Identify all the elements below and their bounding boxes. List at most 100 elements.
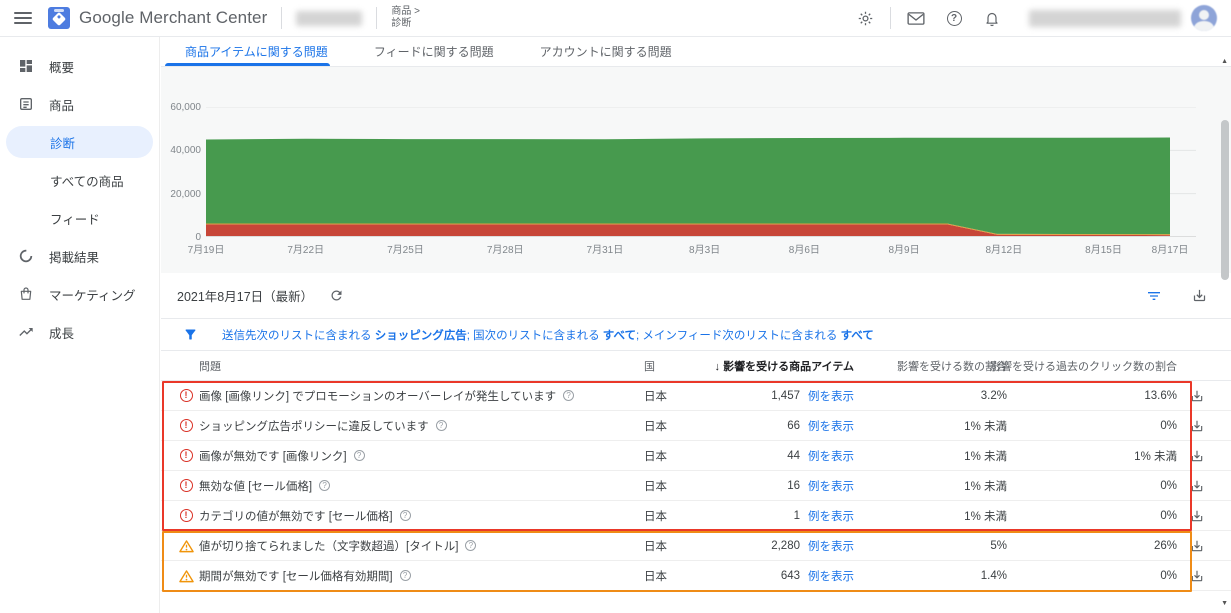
active-filters-bar[interactable]: 送信先次のリストに含まれる ショッピング広告; 国次のリストに含まれる すべて;… bbox=[161, 319, 1231, 351]
x-axis-tick-label: 7月31日 bbox=[586, 245, 624, 256]
table-row: 期間が無効です [セール価格有効期間]? 日本 643 例を表示 1.4% 0% bbox=[161, 561, 1231, 591]
tab-account-issues[interactable]: アカウントに関する問題 bbox=[540, 37, 672, 66]
scrollbar-thumb[interactable] bbox=[1221, 120, 1229, 280]
show-examples-link[interactable]: 例を表示 bbox=[808, 478, 854, 494]
show-examples-link[interactable]: 例を表示 bbox=[808, 508, 854, 524]
table-row: ! カテゴリの値が無効です [セール価格]? 日本 1 例を表示 1% 未満 0% bbox=[161, 501, 1231, 531]
sidebar-item-overview[interactable]: 概要 bbox=[0, 47, 159, 85]
shopping-bag-icon bbox=[20, 287, 32, 300]
settings-gear-icon[interactable] bbox=[856, 9, 874, 27]
show-examples-link[interactable]: 例を表示 bbox=[808, 538, 854, 554]
x-axis-tick-label: 7月25日 bbox=[387, 245, 424, 256]
affected-items-count: 44 bbox=[787, 449, 800, 462]
issue-country: 日本 bbox=[644, 510, 667, 523]
avatar[interactable] bbox=[1191, 5, 1217, 31]
mail-icon[interactable] bbox=[907, 9, 925, 27]
sidebar-item-label: 診断 bbox=[50, 136, 76, 151]
main-content: 商品アイテムに関する問題 フィードに関する問題 アカウントに関する問題 0 20,… bbox=[161, 37, 1231, 613]
vertical-scrollbar[interactable]: ▲ ▼ bbox=[1218, 37, 1231, 613]
sidebar-item-marketing[interactable]: マーケティング bbox=[0, 275, 159, 313]
sidebar-item-all-products[interactable]: すべての商品 bbox=[0, 161, 159, 199]
account-name-blurred bbox=[296, 10, 363, 26]
warning-icon bbox=[178, 569, 194, 582]
issue-help-icon[interactable]: ? bbox=[399, 510, 411, 521]
clicks-percentage: 0% bbox=[1160, 509, 1177, 522]
issue-title: 期間が無効です [セール価格有効期間]? bbox=[199, 568, 644, 584]
issue-title: ショッピング広告ポリシーに違反しています? bbox=[199, 418, 644, 434]
x-axis-tick-label: 7月22日 bbox=[287, 245, 325, 256]
affected-percentage: 1% 未満 bbox=[964, 510, 1007, 523]
sidebar-item-label: 成長 bbox=[49, 326, 75, 341]
issue-help-icon[interactable]: ? bbox=[353, 450, 365, 461]
download-row-icon[interactable] bbox=[1190, 509, 1204, 523]
sidebar-item-label: 掲載結果 bbox=[49, 250, 100, 265]
help-icon[interactable]: ? bbox=[945, 9, 963, 27]
download-row-icon[interactable] bbox=[1190, 569, 1204, 583]
issue-help-icon[interactable]: ? bbox=[319, 480, 331, 491]
breadcrumb-current: 診断 bbox=[391, 18, 412, 29]
sidebar-item-products[interactable]: 商品 bbox=[0, 85, 159, 123]
download-row-icon[interactable] bbox=[1190, 449, 1204, 463]
sidebar-item-label: マーケティング bbox=[49, 288, 136, 303]
download-row-icon[interactable] bbox=[1190, 419, 1204, 433]
dashboard-icon bbox=[20, 60, 32, 72]
x-axis-tick-label: 8月9日 bbox=[888, 245, 920, 256]
sidebar-item-label: フィード bbox=[50, 212, 100, 227]
affected-percentage: 1% 未満 bbox=[964, 420, 1007, 433]
issue-help-icon[interactable]: ? bbox=[563, 390, 575, 401]
breadcrumb-parent[interactable]: 商品 > bbox=[391, 6, 420, 18]
notifications-bell-icon[interactable] bbox=[983, 9, 1001, 27]
download-row-icon[interactable] bbox=[1190, 539, 1204, 553]
show-examples-link[interactable]: 例を表示 bbox=[808, 388, 854, 404]
table-row: 値が切り捨てられました（文字数超過）[タイトル]? 日本 2,280 例を表示 5% 26… bbox=[161, 531, 1231, 561]
sidebar-item-growth[interactable]: 成長 bbox=[0, 313, 159, 351]
show-examples-link[interactable]: 例を表示 bbox=[808, 448, 854, 464]
download-report-icon[interactable] bbox=[1192, 288, 1207, 303]
tab-item-issues[interactable]: 商品アイテムに関する問題 bbox=[165, 37, 330, 66]
sidebar-item-label: すべての商品 bbox=[50, 174, 124, 189]
tab-feed-issues[interactable]: フィードに関する問題 bbox=[374, 37, 494, 66]
merchant-center-logo-icon[interactable] bbox=[48, 7, 70, 29]
filter-list-icon[interactable] bbox=[1146, 288, 1162, 304]
clicks-percentage: 0% bbox=[1160, 569, 1177, 582]
scroll-up-arrow[interactable]: ▲ bbox=[1221, 58, 1228, 65]
affected-percentage: 1.4% bbox=[980, 569, 1007, 582]
issue-country: 日本 bbox=[644, 450, 667, 463]
hamburger-menu-icon[interactable] bbox=[14, 12, 32, 24]
header-divider bbox=[890, 7, 891, 29]
issue-title: 値が切り捨てられました（文字数超過）[タイトル]? bbox=[199, 538, 644, 554]
list-icon bbox=[20, 98, 32, 110]
scroll-down-arrow[interactable]: ▼ bbox=[1221, 600, 1228, 607]
issue-country: 日本 bbox=[644, 420, 667, 433]
x-axis-tick-label: 8月12日 bbox=[985, 245, 1023, 256]
show-examples-link[interactable]: 例を表示 bbox=[808, 568, 854, 584]
column-header-affected-items[interactable]: ↓ 影響を受ける商品アイテム bbox=[715, 358, 854, 374]
issue-country: 日本 bbox=[644, 570, 667, 583]
show-examples-link[interactable]: 例を表示 bbox=[808, 418, 854, 434]
sidebar-item-feeds[interactable]: フィード bbox=[0, 199, 159, 237]
error-icon: ! bbox=[179, 509, 193, 522]
affected-items-count: 1 bbox=[793, 509, 800, 522]
affected-items-count: 66 bbox=[787, 419, 800, 432]
refresh-icon[interactable] bbox=[329, 288, 344, 303]
download-row-icon[interactable] bbox=[1190, 479, 1204, 493]
report-date: 2021年8月17日（最新） bbox=[177, 290, 314, 304]
table-row: ! 画像が無効です [画像リンク]? 日本 44 例を表示 1% 未満 1% 未満 bbox=[161, 441, 1231, 471]
issue-help-icon[interactable]: ? bbox=[435, 420, 447, 431]
sidebar-item-performance[interactable]: 掲載結果 bbox=[0, 237, 159, 275]
affected-percentage: 3.2% bbox=[980, 389, 1007, 402]
clicks-percentage: 13.6% bbox=[1144, 389, 1177, 402]
product-name: Google Merchant Center bbox=[79, 8, 268, 27]
y-axis-tick-label: 20,000 bbox=[170, 188, 201, 200]
column-header-issue[interactable]: 問題 bbox=[199, 358, 644, 374]
table-row: ! 無効な値 [セール価格]? 日本 16 例を表示 1% 未満 0% bbox=[161, 471, 1231, 501]
app-header: Google Merchant Center 商品 > 診断 ? bbox=[0, 0, 1231, 37]
download-row-icon[interactable] bbox=[1190, 389, 1204, 403]
issue-country: 日本 bbox=[644, 540, 667, 553]
sidebar-item-diagnostics[interactable]: 診断 bbox=[6, 126, 153, 158]
issue-help-icon[interactable]: ? bbox=[465, 540, 477, 551]
filter-summary-text: 送信先次のリストに含まれる ショッピング広告; 国次のリストに含まれる すべて;… bbox=[222, 329, 874, 342]
affected-percentage: 1% 未満 bbox=[964, 450, 1007, 463]
column-header-clicks-pct[interactable]: 影響を受ける過去のクリック数の割合 bbox=[990, 358, 1177, 374]
issue-help-icon[interactable]: ? bbox=[399, 570, 411, 581]
